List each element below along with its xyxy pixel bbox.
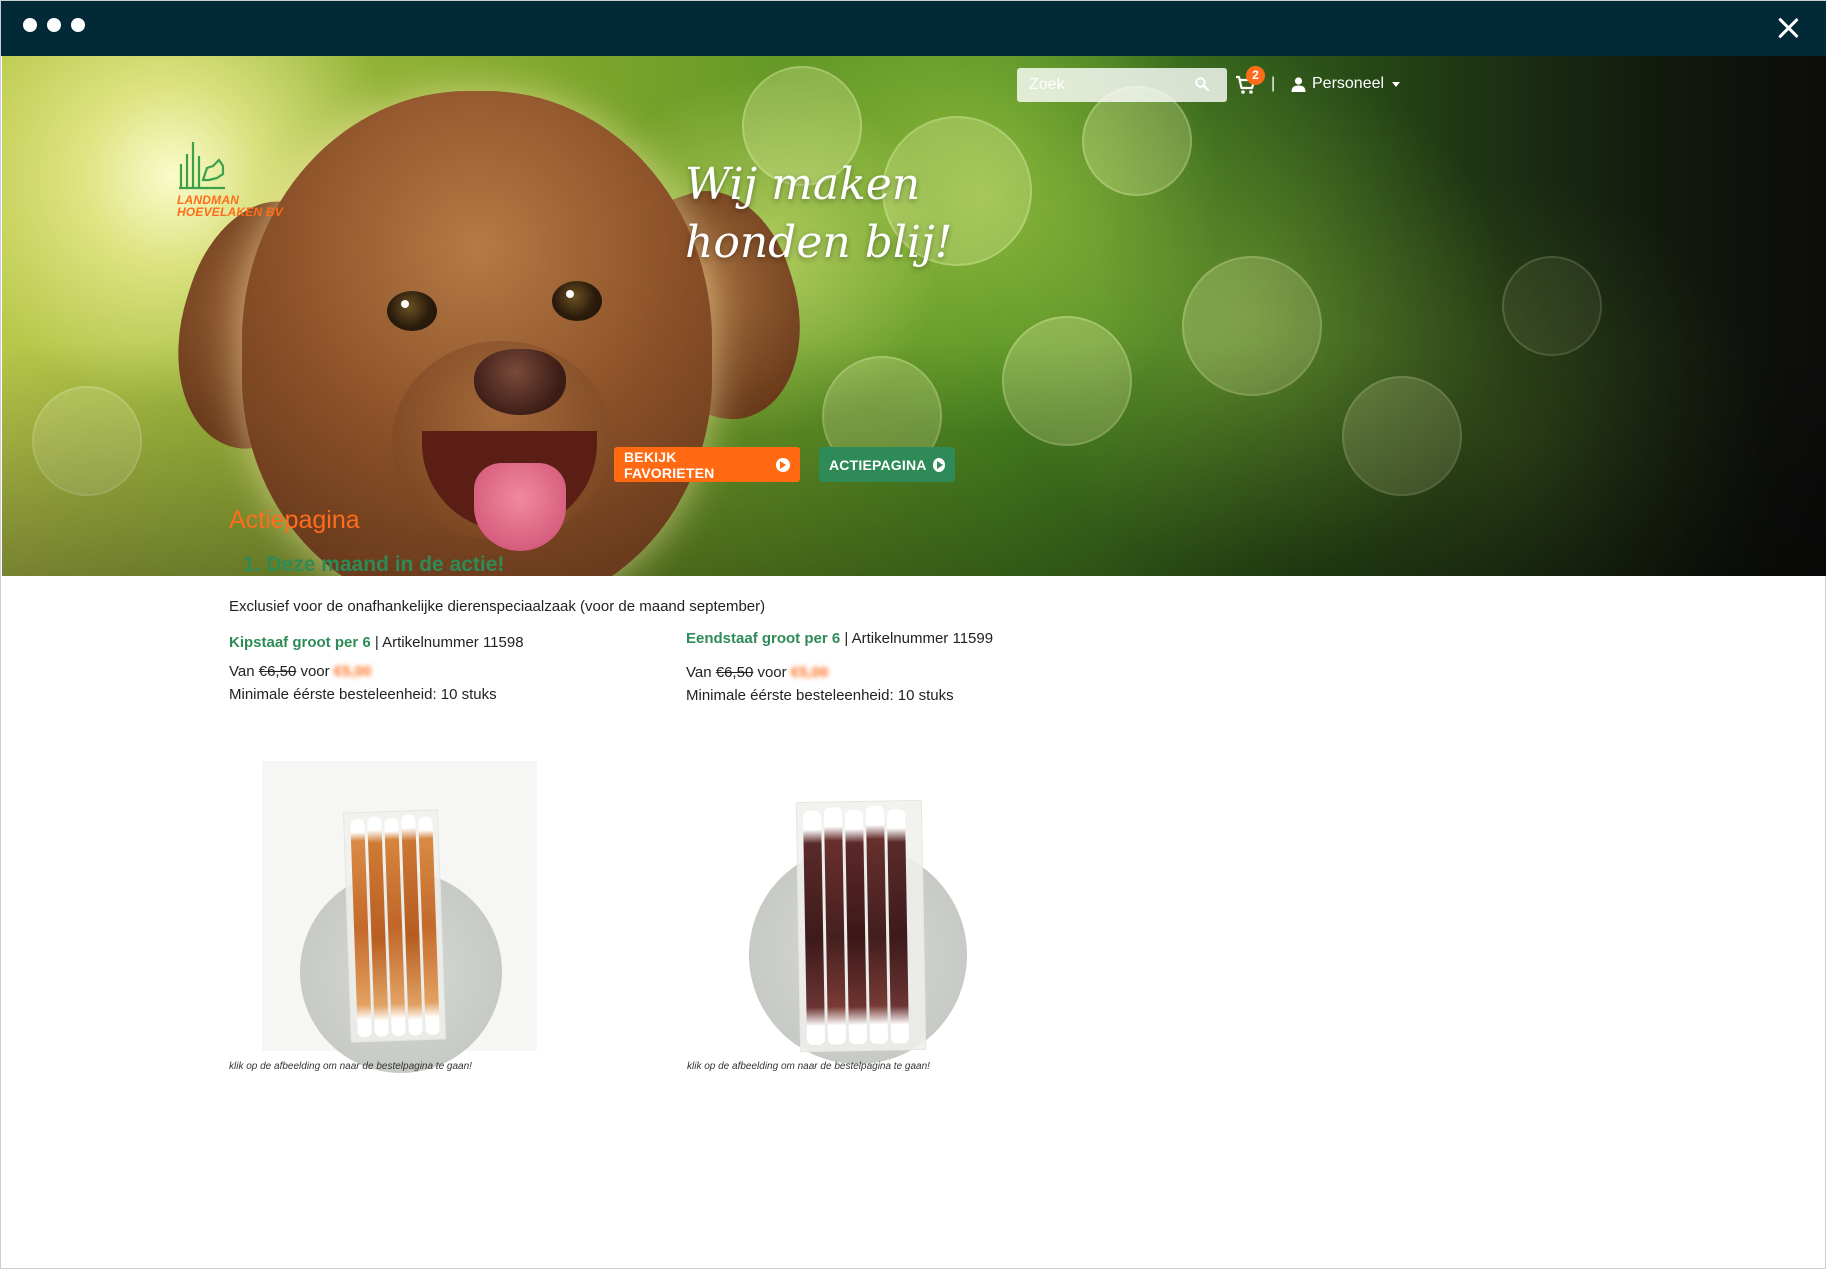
- logo-line: HOEVELAKEN BV: [177, 205, 283, 219]
- product-card: Kipstaaf groot per 6 | Artikelnummer 115…: [229, 634, 659, 703]
- account-menu[interactable]: Personeel: [1291, 75, 1401, 93]
- old-price: €6,50: [715, 664, 754, 681]
- old-price: €6,50: [258, 663, 297, 680]
- user-icon: [1291, 76, 1306, 92]
- product-title: Kipstaaf groot per 6 | Artikelnummer 115…: [229, 634, 659, 651]
- product-article: | Artikelnummer 11599: [844, 630, 994, 647]
- hero-slogan: Wij maken honden blij!: [685, 156, 952, 272]
- arrow-circle-right-icon: [932, 457, 945, 472]
- header-separator: |: [1271, 75, 1276, 92]
- action-page-button[interactable]: ACTIEPAGINA: [819, 447, 955, 482]
- treat-stick: [823, 807, 847, 1045]
- product-price: Van €6,50 voor €5,00: [229, 663, 659, 680]
- cart-count-badge: 2: [1246, 66, 1265, 85]
- window-controls: [23, 18, 85, 32]
- browser-window: LANDMAN HOEVELAKEN BV Wij maken honden b…: [0, 0, 1826, 1269]
- hero-banner: LANDMAN HOEVELAKEN BV Wij maken honden b…: [2, 56, 1826, 576]
- image-caption: klik op de afbeelding om naar de bestelp…: [687, 1061, 930, 1072]
- product-name: Eendstaaf groot per 6: [686, 630, 841, 647]
- account-label: Personeel: [1312, 75, 1385, 92]
- intro-text: Exclusief voor de onafhankelijke dierens…: [229, 598, 766, 615]
- search-icon[interactable]: [1195, 77, 1209, 91]
- section-title: 1. Deze maand in de actie!: [243, 553, 505, 576]
- price-mid: voor: [300, 663, 330, 680]
- treat-stick: [844, 809, 868, 1045]
- puppy-head: [242, 91, 712, 576]
- treat-stick: [802, 810, 826, 1045]
- product-title: Eendstaaf groot per 6 | Artikelnummer 11…: [686, 630, 1116, 647]
- action-page-button-label: ACTIEPAGINA: [829, 456, 927, 473]
- min-order: Minimale éérste besteleenheid: 10 stuks: [229, 686, 497, 703]
- product-name: Kipstaaf groot per 6: [229, 634, 371, 651]
- window-dot-icon[interactable]: [47, 18, 61, 32]
- slogan-line: Wij maken: [685, 159, 921, 210]
- window-dot-icon[interactable]: [23, 18, 37, 32]
- product-article: | Artikelnummer 11598: [374, 634, 524, 651]
- treat-stick: [865, 805, 889, 1044]
- puppy-tongue: [474, 463, 566, 551]
- arrow-circle-right-icon: [776, 457, 790, 472]
- puppy-eye: [552, 281, 602, 321]
- product-bag: [795, 799, 927, 1053]
- window-dot-icon[interactable]: [71, 18, 85, 32]
- favorites-button-label: BEKIJK FAVORIETEN: [624, 448, 715, 481]
- price-prefix: Van: [229, 663, 255, 680]
- treat-stick: [886, 809, 910, 1044]
- min-order: Minimale éérste besteleenheid: 10 stuks: [686, 687, 954, 704]
- slogan-line: honden blij!: [685, 217, 953, 268]
- logo-mark-icon: [179, 142, 225, 190]
- product-image-chicken-sticks[interactable]: [262, 761, 537, 1073]
- window-titlebar: [1, 1, 1826, 56]
- brand-logo[interactable]: LANDMAN HOEVELAKEN BV: [177, 136, 283, 218]
- puppy-eye: [387, 291, 437, 331]
- page-title: Actiepagina: [229, 506, 360, 534]
- puppy-nose: [474, 349, 566, 415]
- product-bag: [343, 809, 446, 1043]
- product-image-duck-sticks[interactable]: [728, 761, 1003, 1064]
- price-mid: voor: [757, 664, 787, 681]
- search-box: [1017, 68, 1227, 102]
- logo-text: LANDMAN HOEVELAKEN BV: [177, 194, 283, 218]
- product-card: Eendstaaf groot per 6 | Artikelnummer 11…: [686, 630, 1116, 704]
- close-icon[interactable]: [1775, 15, 1801, 41]
- image-caption: klik op de afbeelding om naar de bestelp…: [229, 1061, 472, 1072]
- chevron-down-icon: [1392, 81, 1401, 87]
- search-input[interactable]: [1017, 68, 1187, 102]
- product-price: Van €6,50 voor €5,00: [686, 664, 1116, 681]
- price-prefix: Van: [686, 664, 712, 681]
- new-price: €5,00: [333, 663, 372, 680]
- new-price: €5,00: [790, 664, 829, 681]
- favorites-button[interactable]: BEKIJK FAVORIETEN: [614, 447, 800, 482]
